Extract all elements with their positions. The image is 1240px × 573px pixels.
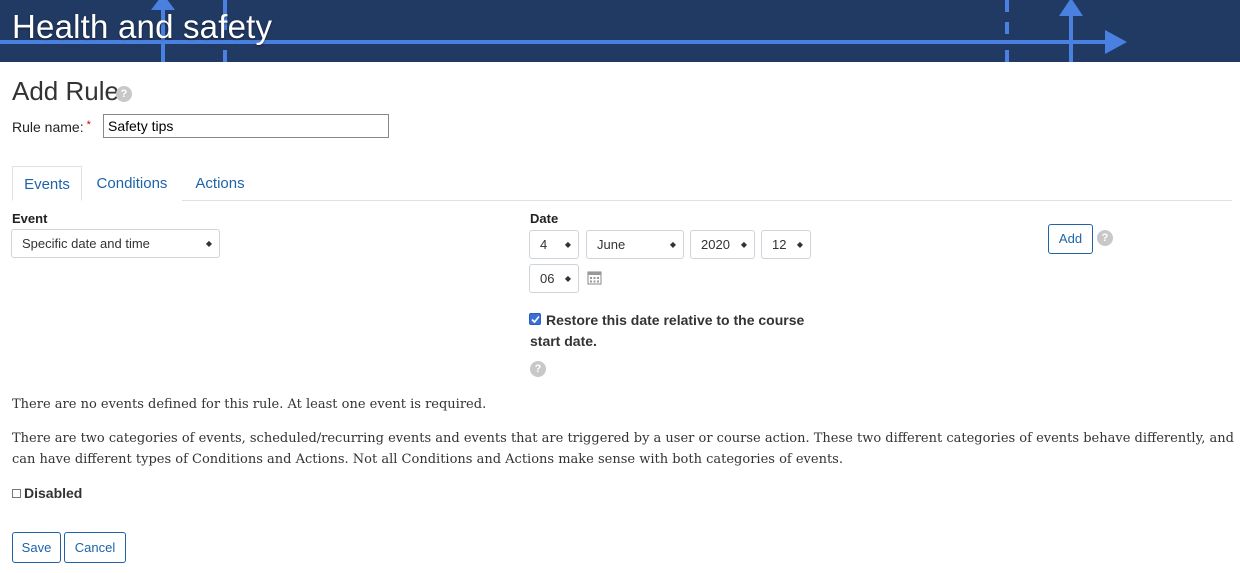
event-categories-description: There are two categories of events, sche… <box>12 431 1234 467</box>
no-events-message: There are no events defined for this rul… <box>12 397 487 412</box>
year-select[interactable]: 2020 ◆ <box>690 230 755 259</box>
add-event-button[interactable]: Add <box>1048 224 1093 254</box>
restore-date-checkbox[interactable] <box>529 313 541 325</box>
help-icon[interactable]: ? <box>1097 230 1113 246</box>
tab-events[interactable]: Events <box>12 166 82 201</box>
course-banner: Health and safety <box>0 0 1240 62</box>
required-icon: * <box>86 119 91 131</box>
cancel-button[interactable]: Cancel <box>64 532 126 563</box>
page-title: Add Rule <box>12 76 119 106</box>
tabs-divider <box>182 200 1232 201</box>
select-caret-icon: ◆ <box>564 240 571 249</box>
event-select[interactable]: Specific date and time ◆ <box>11 229 220 258</box>
help-icon[interactable]: ? <box>116 86 132 102</box>
tab-actions[interactable]: Actions <box>182 166 258 201</box>
select-caret-icon: ◆ <box>669 240 676 249</box>
day-select[interactable]: 4 ◆ <box>529 230 579 259</box>
tab-conditions[interactable]: Conditions <box>84 166 180 201</box>
disabled-checkbox[interactable] <box>12 489 21 498</box>
calendar-icon[interactable] <box>587 270 602 285</box>
rule-name-input[interactable] <box>103 114 389 138</box>
select-caret-icon: ◆ <box>740 240 747 249</box>
restore-date-label: Restore this date relative to the course… <box>530 312 805 349</box>
rule-name-label-text: Rule name: <box>12 119 84 135</box>
minute-select[interactable]: 06 ◆ <box>529 264 579 293</box>
select-caret-icon: ◆ <box>205 239 212 248</box>
minute-select-value: 06 <box>540 271 555 286</box>
month-select[interactable]: June ◆ <box>586 230 684 259</box>
course-title: Health and safety <box>12 8 273 45</box>
event-select-value: Specific date and time <box>22 236 150 251</box>
disabled-label: Disabled <box>24 485 83 501</box>
hour-select-value: 12 <box>772 237 787 252</box>
select-caret-icon: ◆ <box>564 274 571 283</box>
date-label: Date <box>530 211 559 226</box>
help-icon[interactable]: ? <box>530 361 546 377</box>
month-select-value: June <box>597 237 626 252</box>
day-select-value: 4 <box>540 237 548 252</box>
select-caret-icon: ◆ <box>796 240 803 249</box>
save-button[interactable]: Save <box>12 532 61 563</box>
checkmark-icon <box>531 315 540 324</box>
rule-name-label: Rule name: * <box>12 119 91 135</box>
hour-select[interactable]: 12 ◆ <box>761 230 811 259</box>
event-label: Event <box>12 211 48 226</box>
year-select-value: 2020 <box>701 237 730 252</box>
